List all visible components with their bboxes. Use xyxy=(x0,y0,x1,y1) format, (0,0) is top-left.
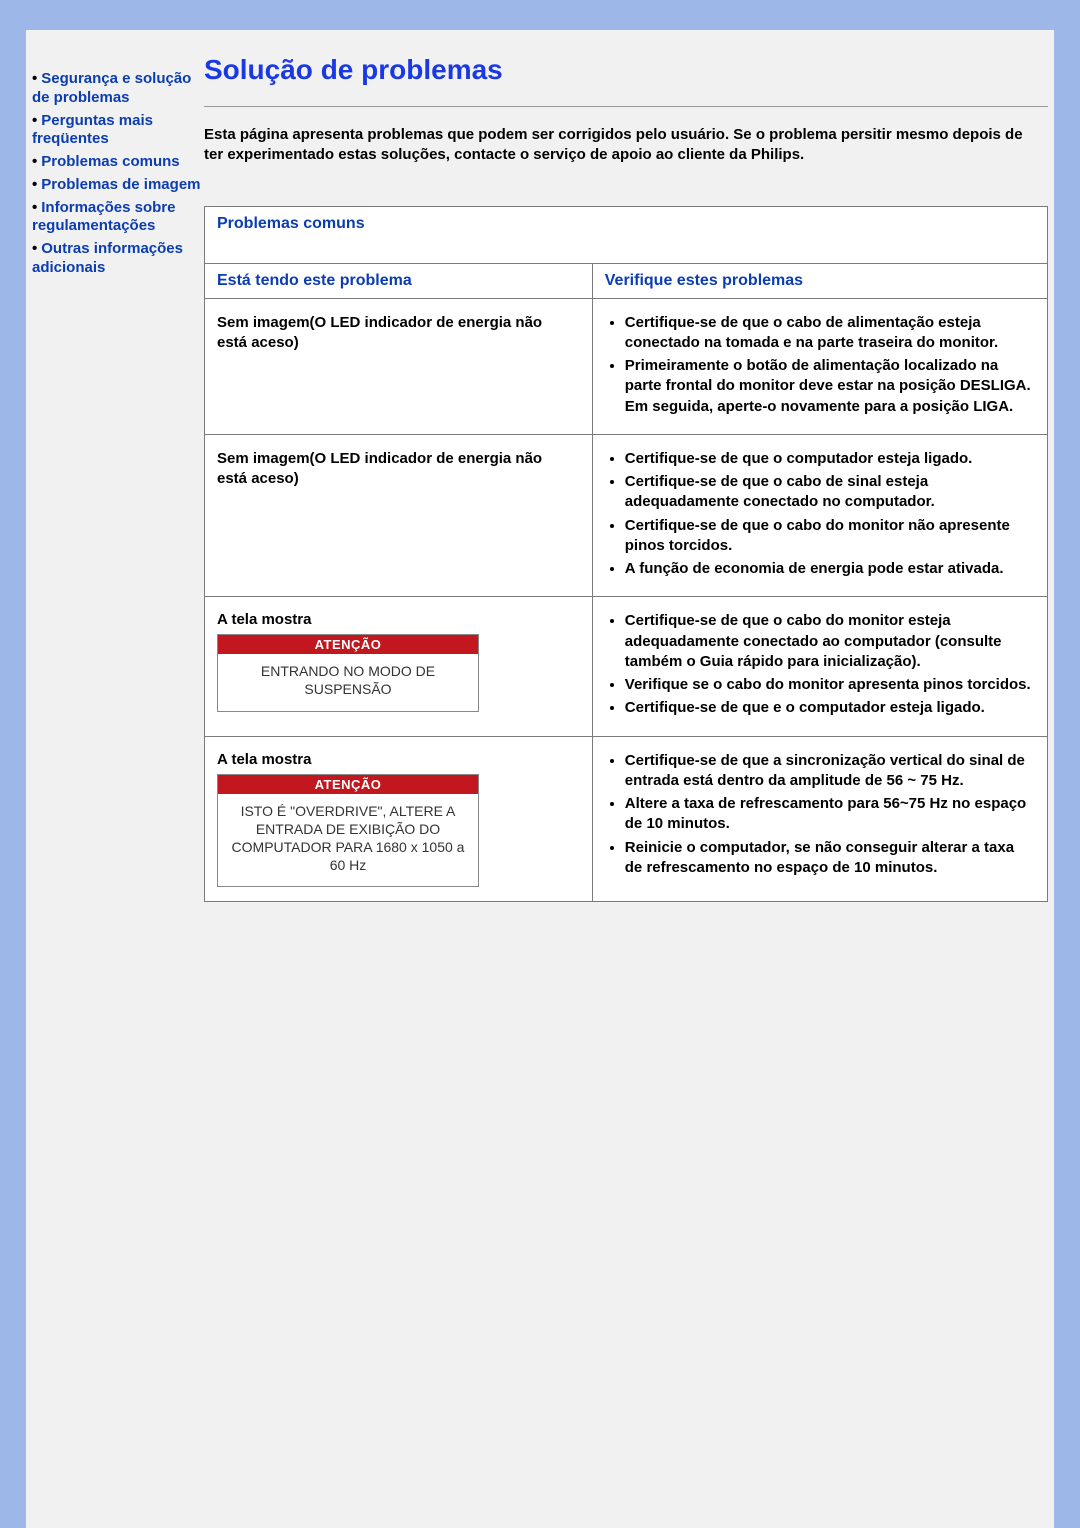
sidebar-item-other[interactable]: •Outras informações adicionais xyxy=(32,240,202,278)
warning-box: ATENÇÃO ISTO É "OVERDRIVE", ALTERE A ENT… xyxy=(217,774,479,888)
sidebar-link[interactable]: Segurança e solução de problemas xyxy=(32,70,191,106)
check-item: Reinicie o computador, se não conseguir … xyxy=(625,838,1035,879)
problem-text: Sem imagem(O LED indicador de energia nã… xyxy=(217,449,580,469)
sidebar-link[interactable]: Informações sobre regulamentações xyxy=(32,199,175,235)
checks-cell: Certifique-se de que o computador esteja… xyxy=(592,434,1047,597)
table-row: A tela mostra ATENÇÃO ISTO É "OVERDRIVE"… xyxy=(205,736,1048,902)
problem-cell: A tela mostra ATENÇÃO ENTRANDO NO MODO D… xyxy=(205,597,593,736)
problem-text: está aceso) xyxy=(217,469,580,489)
screen-shows-label: A tela mostra xyxy=(217,751,580,768)
intro-text: Esta página apresenta problemas que pode… xyxy=(204,125,1048,166)
table-caption: Problemas comuns xyxy=(205,206,1048,263)
check-item: Altere a taxa de refrescamento para 56~7… xyxy=(625,794,1035,835)
divider xyxy=(204,106,1048,107)
problem-cell: A tela mostra ATENÇÃO ISTO É "OVERDRIVE"… xyxy=(205,736,593,902)
checks-cell: Certifique-se de que a sincronização ver… xyxy=(592,736,1047,902)
check-item: Certifique-se de que o cabo de alimentaç… xyxy=(625,313,1035,354)
sidebar-link[interactable]: Problemas comuns xyxy=(41,153,179,170)
screen-shows-label: A tela mostra xyxy=(217,611,580,628)
bullet-icon: • xyxy=(32,176,37,193)
bullet-icon: • xyxy=(32,199,37,216)
col-head-problem: Está tendo este problema xyxy=(205,263,593,298)
sidebar-link[interactable]: Perguntas mais freqüentes xyxy=(32,112,153,148)
check-item: Certifique-se de que e o computador este… xyxy=(625,698,1035,718)
check-item: Certifique-se de que o cabo de sinal est… xyxy=(625,472,1035,513)
bullet-icon: • xyxy=(32,112,37,129)
sidebar-link[interactable]: Problemas de imagem xyxy=(41,176,200,193)
check-item: Certifique-se de que o cabo do monitor n… xyxy=(625,516,1035,557)
sidebar-link[interactable]: Outras informações adicionais xyxy=(32,240,183,276)
bullet-icon: • xyxy=(32,70,37,87)
main-content: Solução de problemas Esta página apresen… xyxy=(204,30,1054,902)
table-row: Sem imagem(O LED indicador de energia nã… xyxy=(205,434,1048,597)
check-item: Certifique-se de que o cabo do monitor e… xyxy=(625,611,1035,672)
sidebar-nav: •Segurança e solução de problemas •Pergu… xyxy=(26,30,204,282)
check-item: A função de economia de energia pode est… xyxy=(625,559,1035,579)
page-title: Solução de problemas xyxy=(204,54,1048,86)
table-row: Sem imagem(O LED indicador de energia nã… xyxy=(205,298,1048,434)
sidebar-item-faq[interactable]: •Perguntas mais freqüentes xyxy=(32,112,202,150)
table-row: A tela mostra ATENÇÃO ENTRANDO NO MODO D… xyxy=(205,597,1048,736)
page-container: •Segurança e solução de problemas •Pergu… xyxy=(26,30,1054,1528)
check-item: Certifique-se de que o computador esteja… xyxy=(625,449,1035,469)
check-item: Certifique-se de que a sincronização ver… xyxy=(625,751,1035,792)
sidebar-item-reg[interactable]: •Informações sobre regulamentações xyxy=(32,199,202,237)
col-head-check: Verifique estes problemas xyxy=(592,263,1047,298)
warning-title: ATENÇÃO xyxy=(218,775,478,794)
bullet-icon: • xyxy=(32,240,37,257)
check-item: Primeiramente o botão de alimentação loc… xyxy=(625,356,1035,417)
problem-text: está aceso) xyxy=(217,333,580,353)
bullet-icon: • xyxy=(32,153,37,170)
problem-cell: Sem imagem(O LED indicador de energia nã… xyxy=(205,298,593,434)
sidebar-item-safety[interactable]: •Segurança e solução de problemas xyxy=(32,70,202,108)
checks-cell: Certifique-se de que o cabo de alimentaç… xyxy=(592,298,1047,434)
troubleshooting-table: Problemas comuns Está tendo este problem… xyxy=(204,206,1048,903)
warning-body: ISTO É "OVERDRIVE", ALTERE A ENTRADA DE … xyxy=(218,794,478,887)
problem-cell: Sem imagem(O LED indicador de energia nã… xyxy=(205,434,593,597)
check-item: Verifique se o cabo do monitor apresenta… xyxy=(625,675,1035,695)
warning-body: ENTRANDO NO MODO DE SUSPENSÃO xyxy=(218,654,478,710)
warning-title: ATENÇÃO xyxy=(218,635,478,654)
warning-box: ATENÇÃO ENTRANDO NO MODO DE SUSPENSÃO xyxy=(217,634,479,711)
sidebar-item-image[interactable]: •Problemas de imagem xyxy=(32,176,202,195)
checks-cell: Certifique-se de que o cabo do monitor e… xyxy=(592,597,1047,736)
sidebar-item-common[interactable]: •Problemas comuns xyxy=(32,153,202,172)
problem-text: Sem imagem(O LED indicador de energia nã… xyxy=(217,313,580,333)
